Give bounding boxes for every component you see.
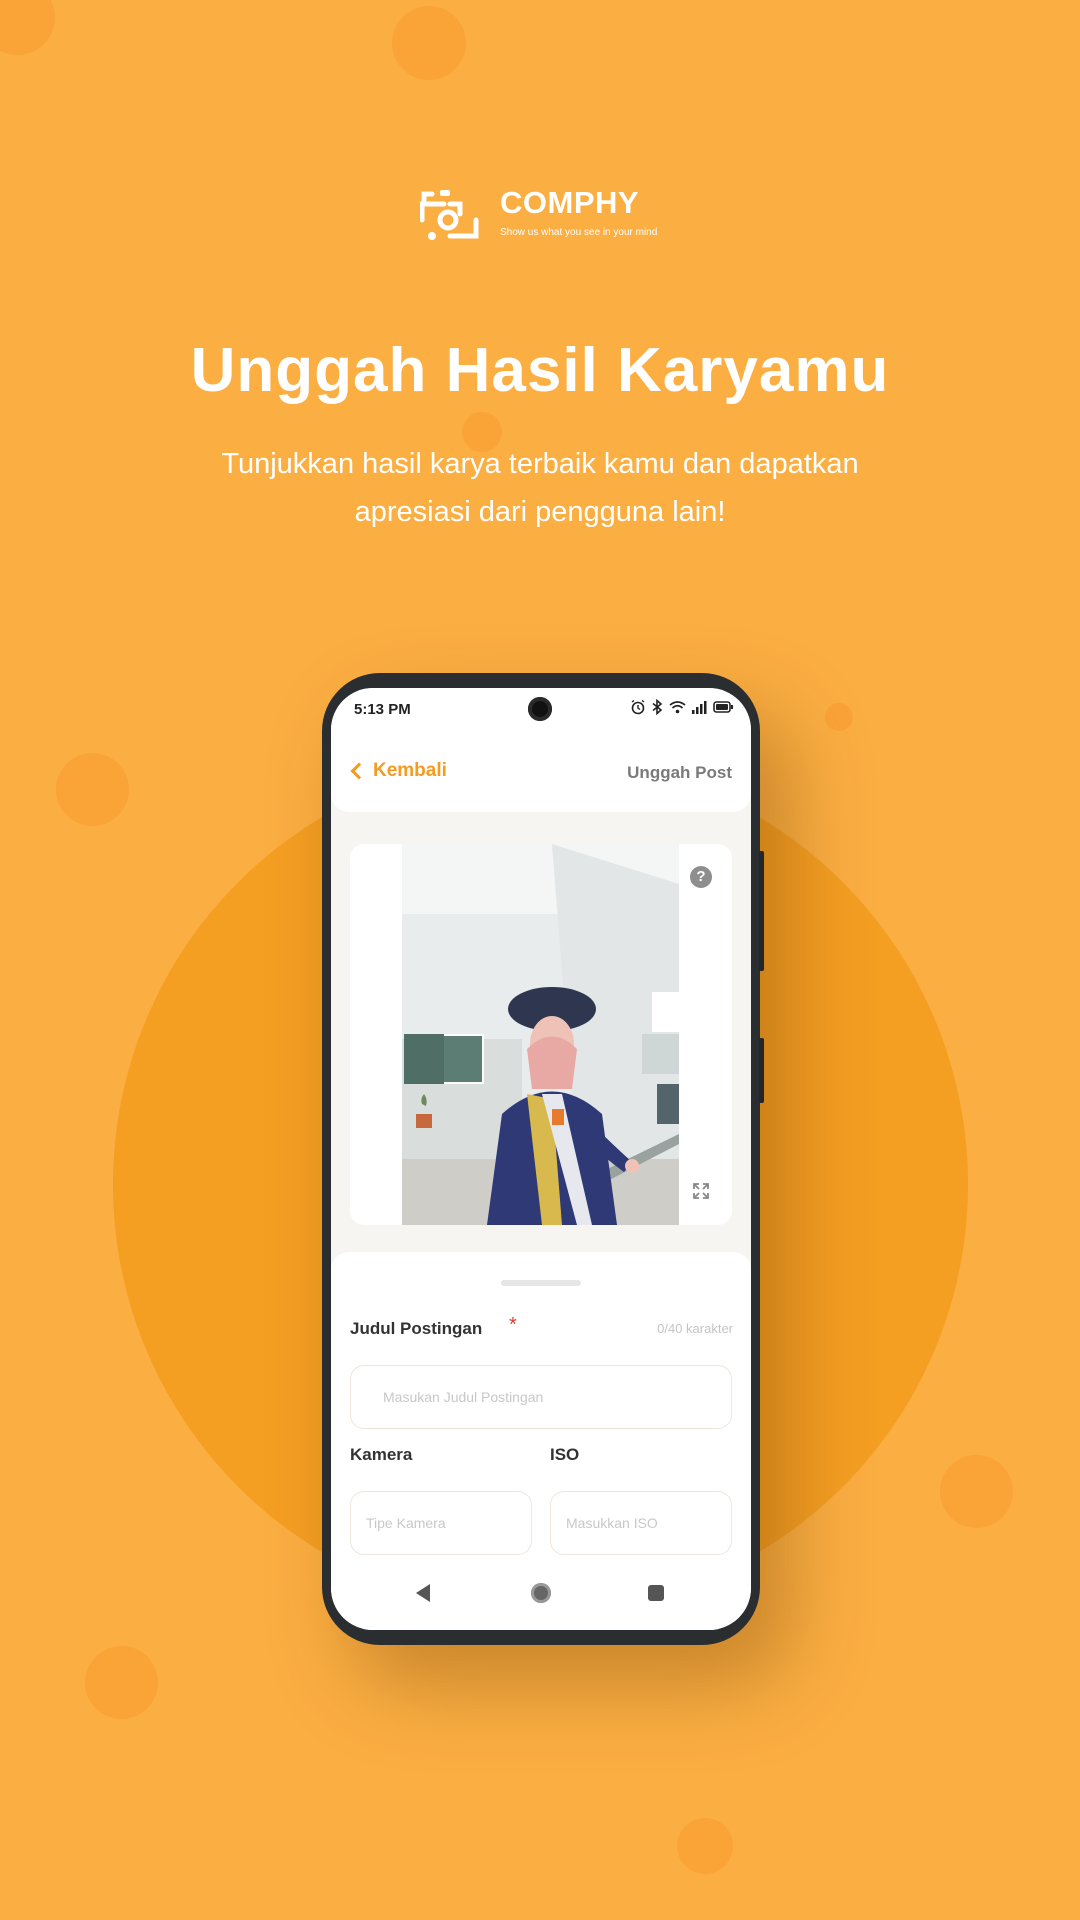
phone-screen: 5:13 PM Kembali Unggah Post ? Judul Post… [331, 688, 751, 1630]
iso-input[interactable]: Masukkan ISO [550, 1491, 732, 1555]
uploaded-photo[interactable] [402, 844, 679, 1225]
app-bar: Kembali Unggah Post [331, 736, 751, 812]
image-preview-card[interactable]: ? [350, 844, 732, 1225]
camera-placeholder: Tipe Kamera [366, 1515, 446, 1531]
back-button[interactable]: Kembali [349, 760, 447, 782]
phone-side-button [759, 1038, 764, 1103]
recents-nav-icon[interactable] [648, 1585, 664, 1601]
phone-mockup: 5:13 PM Kembali Unggah Post ? Judul Post… [322, 673, 764, 1645]
hero-title: Unggah Hasil Karyamu [190, 336, 890, 405]
decor-dot [56, 753, 129, 826]
status-icons [630, 699, 733, 715]
hero-subtitle: Tunjukkan hasil karya terbaik kamu dan d… [221, 448, 859, 528]
back-label: Kembali [373, 760, 447, 781]
expand-icon[interactable] [693, 1183, 709, 1199]
help-icon[interactable]: ? [690, 866, 712, 888]
decor-dot [0, 0, 55, 55]
decor-dot [392, 6, 466, 80]
comphy-logo-icon [420, 190, 479, 240]
brand-name: COMPHY [500, 185, 640, 220]
brand-tagline: Show us what you see in your mind [500, 227, 658, 238]
camera-label: Kamera [350, 1445, 413, 1464]
character-counter: 0/40 karakter [657, 1321, 733, 1336]
page-title: Unggah Post [627, 763, 732, 782]
signal-icon [692, 700, 707, 714]
decor-dot [85, 1646, 158, 1719]
home-nav-icon[interactable] [531, 1583, 551, 1603]
post-form-sheet: Judul Postingan * 0/40 karakter Masukan … [331, 1252, 751, 1562]
required-mark: * [509, 1314, 517, 1336]
post-title-input[interactable]: Masukan Judul Postingan [350, 1365, 732, 1429]
iso-placeholder: Masukkan ISO [566, 1515, 658, 1531]
camera-input[interactable]: Tipe Kamera [350, 1491, 532, 1555]
bluetooth-icon [652, 699, 663, 715]
post-title-placeholder: Masukan Judul Postingan [383, 1389, 544, 1405]
alarm-icon [631, 699, 645, 715]
front-camera [528, 697, 552, 721]
back-nav-icon[interactable] [416, 1584, 430, 1602]
decor-dot [825, 703, 853, 731]
wifi-icon [669, 701, 686, 714]
chevron-left-icon [350, 762, 368, 780]
phone-side-button [759, 851, 764, 971]
status-bar: 5:13 PM [331, 688, 751, 736]
graduation-photo-illustration [402, 844, 679, 1225]
status-time: 5:13 PM [354, 701, 411, 718]
decor-dot [940, 1455, 1013, 1528]
decor-dot [677, 1818, 733, 1874]
battery-icon [713, 701, 733, 713]
iso-label: ISO [550, 1445, 580, 1464]
title-label: Judul Postingan [350, 1319, 483, 1338]
brand-header: COMPHY Show us what you see in your mind [420, 185, 720, 245]
android-nav-bar [331, 1562, 751, 1630]
sheet-drag-handle[interactable] [501, 1280, 581, 1286]
